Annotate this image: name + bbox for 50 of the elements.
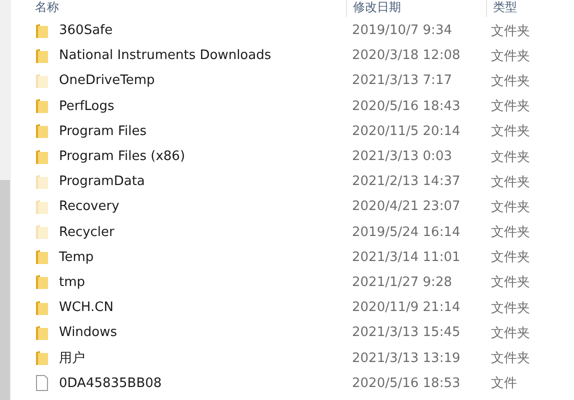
file-type: 文件夹: [491, 48, 530, 64]
file-name[interactable]: OneDriveTemp: [59, 73, 155, 88]
file-name[interactable]: PerfLogs: [59, 98, 114, 114]
file-type: 文件夹: [491, 150, 530, 165]
modified-date: 2021/1/27 9:28: [352, 274, 452, 290]
file-name[interactable]: Program Files: [59, 124, 147, 139]
file-name[interactable]: 用户: [59, 349, 85, 368]
file-type: 文件夹: [491, 24, 530, 39]
file-type: 文件夹: [491, 275, 530, 290]
file-name[interactable]: Temp: [59, 250, 94, 265]
modified-date: 2019/10/7 9:34: [352, 23, 452, 38]
file-name[interactable]: Recycler: [59, 224, 114, 240]
file-type: 文件夹: [491, 225, 530, 240]
file-name[interactable]: Windows: [59, 325, 118, 340]
modified-date: 2021/2/13 14:37: [352, 174, 460, 190]
file-name[interactable]: WCH.CN: [59, 300, 114, 316]
file-type: 文件夹: [491, 326, 530, 341]
file-name[interactable]: 0DA45835BB08: [59, 376, 162, 391]
modified-date: 2020/5/16 18:43: [352, 98, 460, 114]
scrollbar-thumb[interactable]: [0, 180, 10, 400]
file-type: 文件夹: [491, 74, 530, 89]
modified-date: 2021/3/13 0:03: [352, 149, 452, 164]
file-type: 文件夹: [491, 124, 530, 140]
modified-date: 2020/4/21 23:07: [352, 199, 460, 214]
modified-date: 2019/5/24 16:14: [352, 224, 460, 240]
modified-date: 2021/3/14 11:01: [352, 250, 460, 265]
file-name[interactable]: Program Files (x86): [59, 149, 186, 164]
column-header[interactable]: 名称: [11, 0, 346, 17]
file-name[interactable]: ProgramData: [59, 174, 145, 190]
file-type: 文件夹: [491, 300, 530, 316]
file-name[interactable]: National Instruments Downloads: [59, 48, 272, 64]
file-name[interactable]: Recovery: [59, 199, 120, 214]
file-type: 文件夹: [491, 174, 530, 190]
file-name[interactable]: 360Safe: [59, 23, 113, 38]
file-type: 文件夹: [491, 99, 530, 114]
file-name[interactable]: tmp: [59, 274, 86, 290]
column-header[interactable]: 修改日期: [346, 0, 486, 17]
modified-date: 2020/3/18 12:08: [352, 48, 460, 64]
modified-date: 2020/5/16 18:53: [352, 376, 460, 391]
modified-date: 2021/3/13 13:19: [352, 350, 460, 366]
modified-date: 2020/11/9 21:14: [352, 300, 460, 316]
file-type: 文件: [491, 376, 517, 392]
file-type: 文件夹: [491, 351, 530, 366]
modified-date: 2021/3/13 7:17: [352, 73, 452, 88]
scrollbar[interactable]: [0, 0, 10, 400]
modified-date: 2021/3/13 15:45: [352, 325, 460, 340]
file-type: 文件夹: [491, 250, 530, 266]
modified-date: 2020/11/5 20:14: [352, 124, 460, 139]
file-type: 文件夹: [491, 200, 530, 215]
column-header[interactable]: 类型: [486, 0, 573, 17]
